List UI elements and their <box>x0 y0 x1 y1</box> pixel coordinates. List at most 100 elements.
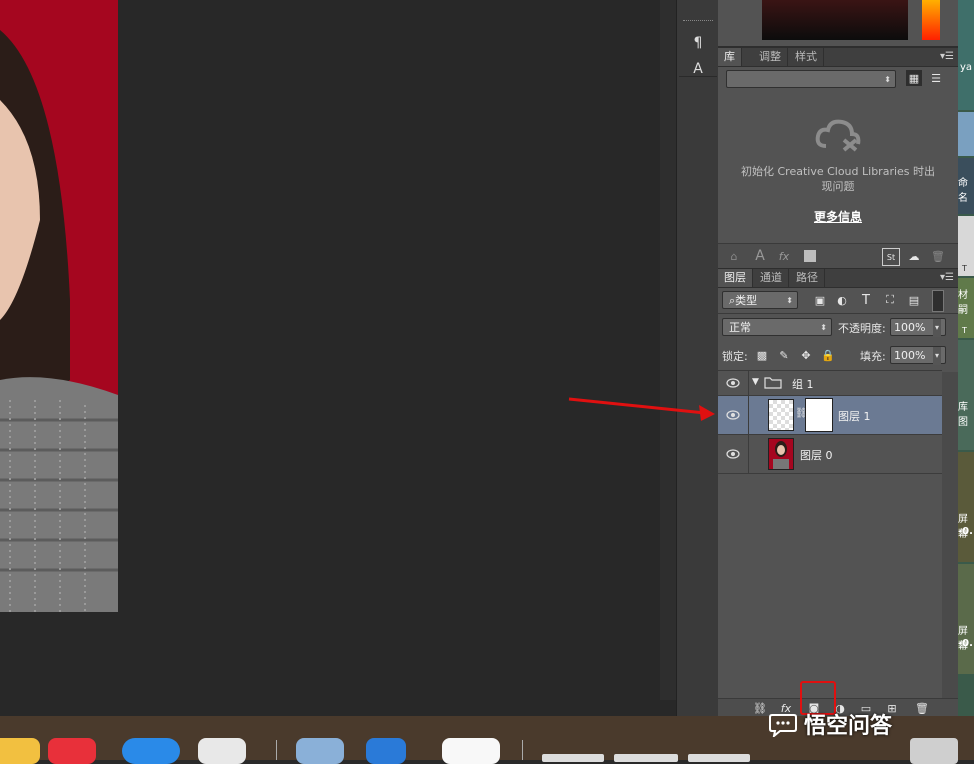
speech-bubble-logo-icon <box>769 714 797 737</box>
minimized-window[interactable] <box>688 754 750 762</box>
filter-kind-label: 类型 <box>735 294 758 307</box>
dock-separator <box>276 740 277 760</box>
fill-value: 100% <box>894 349 926 362</box>
layer-row-selected[interactable]: ⛓ 图层 1 <box>718 396 942 435</box>
filter-smart-object-icon[interactable]: ▤ <box>906 292 922 308</box>
eye-divider <box>748 371 749 395</box>
layers-panel-menu-icon[interactable]: ▾☰ <box>940 269 954 287</box>
tab-adjustments[interactable]: 调整 <box>753 48 788 66</box>
character-glyph: A <box>693 61 703 77</box>
desktop-thumb[interactable]: 库图 <box>958 340 974 450</box>
tab-channels[interactable]: 通道 <box>754 269 789 287</box>
hue-slider[interactable] <box>922 0 940 40</box>
mail-app-icon[interactable] <box>122 738 180 764</box>
desktop-thumb[interactable]: 命名 <box>958 158 974 214</box>
lock-label: 锁定: <box>722 350 748 363</box>
panel-menu-icon[interactable]: ▾☰ <box>940 48 954 66</box>
tab-styles[interactable]: 样式 <box>789 48 824 66</box>
notes-app-icon[interactable] <box>0 738 40 764</box>
thumb-label: 命名 <box>958 178 968 204</box>
paragraph-icon[interactable]: ¶ <box>683 32 713 54</box>
textedit-app-icon[interactable] <box>198 738 246 764</box>
link-icon[interactable]: ⛓ <box>752 700 768 716</box>
layer-name: 图层 1 <box>838 410 871 423</box>
fill-label: 填充: <box>860 350 886 363</box>
lock-all-icon[interactable]: 🔒 <box>820 347 836 363</box>
desktop-thumb[interactable]: 屏幕 -0. <box>958 452 974 562</box>
tab-layers[interactable]: 图层 <box>718 269 753 287</box>
filter-type-icon[interactable]: T <box>858 292 874 308</box>
libraries-footer: ⌂ A fx St ☁ 🗑 <box>718 243 958 269</box>
filter-shape-icon[interactable]: ⛶ <box>882 292 898 308</box>
filter-pixel-icon[interactable]: ▣ <box>812 292 828 308</box>
layers-tabbar: 图层 通道 路径 ▾☰ <box>718 269 958 288</box>
opacity-input[interactable]: 100% ▾ <box>890 318 946 337</box>
strip-divider <box>679 76 717 77</box>
desktop-thumb[interactable] <box>958 112 974 156</box>
desktop-thumbnails: ya 命名 T 材嗣 T 库图 屏幕 -0. 屏幕 -0. <box>958 0 974 740</box>
tab-libraries[interactable]: 库 <box>718 48 742 66</box>
desktop-thumb[interactable]: 材嗣 T <box>958 278 974 338</box>
strip-grip[interactable] <box>683 20 713 24</box>
desktop-thumb[interactable]: T <box>958 216 974 276</box>
opacity-label: 不透明度: <box>838 322 886 335</box>
preview-app-icon[interactable] <box>296 738 344 764</box>
grid-view-icon[interactable]: ▦ <box>906 70 922 86</box>
trash-icon[interactable]: 🗑 <box>930 248 946 264</box>
trash-bin-icon[interactable] <box>910 738 958 764</box>
library-select[interactable]: ⬍ <box>726 70 896 88</box>
text-icon[interactable]: A <box>752 248 768 264</box>
filter-adjustment-icon[interactable]: ◐ <box>834 292 850 308</box>
panel-icon-strip: ¶ A <box>676 0 720 716</box>
layers-scrollbar[interactable] <box>942 372 958 698</box>
document-canvas[interactable] <box>0 0 676 716</box>
eye-divider <box>748 396 749 434</box>
filter-toggle[interactable] <box>932 290 944 312</box>
disclosure-triangle-icon[interactable]: ▼ <box>752 377 759 387</box>
list-view-icon[interactable]: ☰ <box>928 70 944 86</box>
more-info-link[interactable]: 更多信息 <box>788 208 888 225</box>
minimized-window[interactable] <box>542 754 604 762</box>
canvas-scrollbar[interactable] <box>660 0 676 700</box>
blend-mode-value: 正常 <box>729 321 751 334</box>
layer-row-photo[interactable]: 图层 0 <box>718 435 942 474</box>
color-swatch-icon[interactable] <box>802 248 818 264</box>
visibility-eye-icon[interactable] <box>722 372 744 394</box>
layer-name: 组 1 <box>792 378 814 391</box>
trash-icon[interactable]: 🗑 <box>914 700 930 716</box>
lock-position-icon[interactable]: ✥ <box>798 347 814 363</box>
desktop-thumb[interactable]: 屏幕 -0. <box>958 564 974 674</box>
layer-row-group[interactable]: ▼ 组 1 <box>718 371 942 396</box>
portrait-image <box>0 0 118 612</box>
word-app-icon[interactable] <box>366 738 406 764</box>
dock-separator <box>522 740 523 760</box>
eye-divider <box>748 435 749 473</box>
mask-thumbnail[interactable] <box>805 398 833 432</box>
layer-name: 图层 0 <box>800 449 833 462</box>
thumb-label: T <box>962 264 967 273</box>
desktop-thumb[interactable]: ya <box>958 0 974 110</box>
thumb-label: 材嗣 <box>958 290 968 316</box>
layer-thumbnail[interactable] <box>768 399 794 431</box>
watermark: 悟空问答 <box>768 708 892 740</box>
tab-paths[interactable]: 路径 <box>790 269 825 287</box>
thumb-label: -0. <box>958 526 973 537</box>
visibility-eye-icon[interactable] <box>722 404 744 426</box>
lock-image-icon[interactable]: ✎ <box>776 347 792 363</box>
cloud-sync-icon[interactable]: ☁ <box>906 248 922 264</box>
stock-icon[interactable]: St <box>882 248 900 266</box>
layer-filter-select[interactable]: ⌕类型 ⬍ <box>722 291 798 309</box>
thumb-label: -0. <box>958 638 973 649</box>
lock-transparent-icon[interactable]: ▩ <box>754 347 770 363</box>
visibility-eye-icon[interactable] <box>722 443 744 465</box>
color-field[interactable] <box>762 0 908 40</box>
add-graphic-icon[interactable]: ⌂ <box>726 248 742 264</box>
minimized-window[interactable] <box>614 754 678 762</box>
thumb-label: ya <box>960 62 973 73</box>
blend-mode-select[interactable]: 正常 ⬍ <box>722 318 832 336</box>
fx-icon[interactable]: fx <box>776 248 792 264</box>
layer-thumbnail[interactable] <box>768 438 794 470</box>
fill-input[interactable]: 100% ▾ <box>890 346 946 365</box>
maps-app-icon[interactable] <box>442 738 500 764</box>
calendar-app-icon[interactable] <box>48 738 96 764</box>
